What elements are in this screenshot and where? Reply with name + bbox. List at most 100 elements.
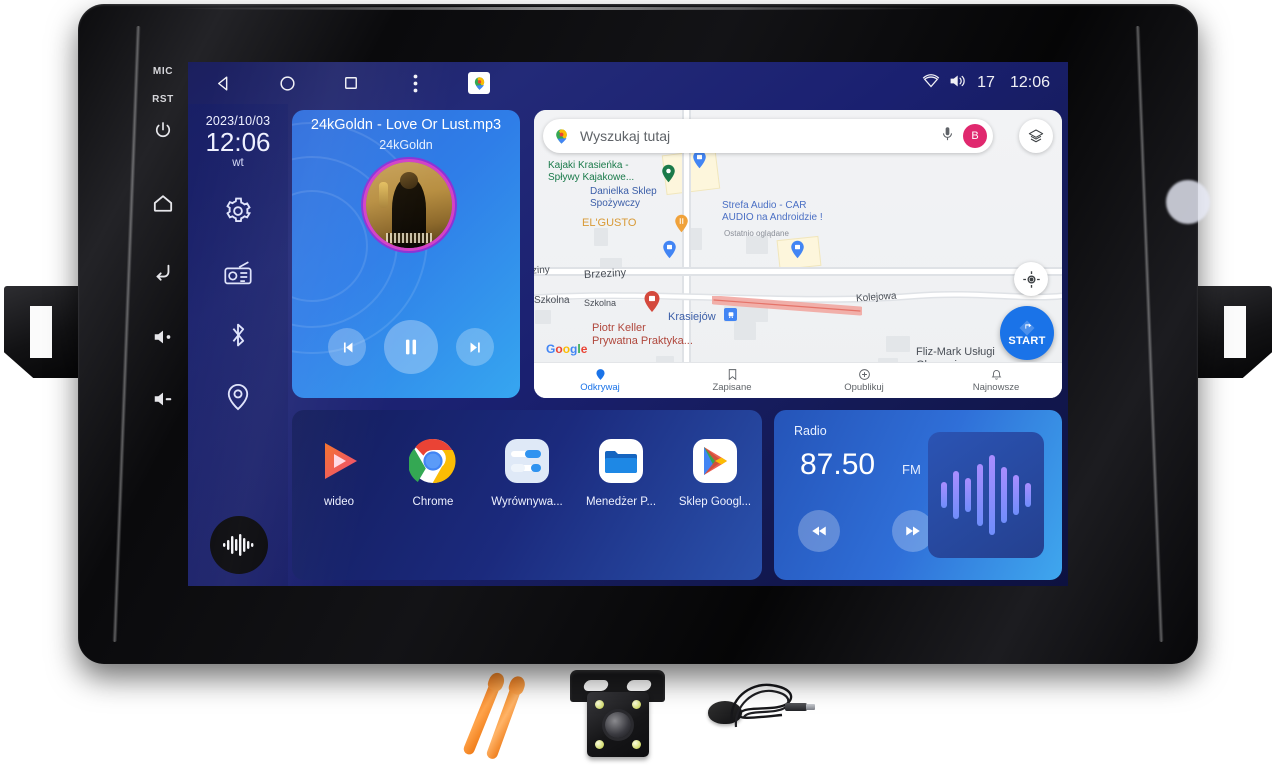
visualizer-bar: [1001, 467, 1007, 523]
map-pin-shop[interactable]: [662, 240, 677, 259]
home-button[interactable]: [140, 193, 186, 218]
map-search-bar[interactable]: Wyszukaj tutaj B: [543, 119, 993, 153]
map-surface[interactable]: Kajaki Krasieńka - Spływy Kajakowe... Da…: [534, 110, 1062, 398]
visualizer-bar: [1025, 483, 1031, 507]
equalizer-icon: [502, 436, 552, 486]
volume-icon: [949, 73, 968, 94]
radio-widget[interactable]: Radio 87.50 FM: [774, 410, 1062, 580]
map-nav-odkrywaj[interactable]: Odkrywaj: [534, 363, 666, 398]
map-pin-restaurant[interactable]: [674, 214, 689, 233]
map-start-navigation-button[interactable]: START: [1000, 306, 1054, 360]
google-maps-badge-icon[interactable]: [468, 72, 490, 94]
media-player-widget[interactable]: 24kGoldn - Love Or Lust.mp3 24kGoldn: [292, 110, 520, 398]
sidebar-item-radio[interactable]: [218, 253, 258, 293]
sidebar-item-settings[interactable]: [218, 191, 258, 231]
map-label: Szkolna: [534, 295, 570, 306]
app-chrome[interactable]: Chrome: [390, 436, 476, 508]
visualizer-bar: [1013, 475, 1019, 515]
visualizer-bar: [977, 464, 983, 526]
accessories-strip: [0, 655, 1276, 768]
map-label: ziny: [534, 264, 551, 277]
volume-level: 17: [977, 74, 995, 91]
voice-search-icon[interactable]: [940, 126, 955, 147]
google-play-icon: [690, 436, 740, 486]
map-locate-button[interactable]: [1014, 262, 1048, 296]
app-label: Sklep Googl...: [678, 496, 752, 508]
map-building: [594, 228, 608, 246]
volume-down-button[interactable]: [140, 390, 186, 413]
plus-circle-icon: [858, 369, 870, 380]
app-sklep-google-play[interactable]: Sklep Googl...: [672, 436, 758, 508]
clock-weekday: wt: [232, 157, 244, 170]
app-label: Menedżer P...: [585, 496, 657, 508]
app-label: Chrome: [412, 496, 454, 508]
microphone-jack: [785, 703, 815, 711]
left-sidebar: 2023/10/03 12:06 wt: [188, 104, 288, 586]
map-nav-opublikuj[interactable]: Opublikuj: [798, 363, 930, 398]
audio-waveform-icon: [223, 534, 254, 556]
radio-title: Radio: [794, 424, 827, 438]
camera-led: [632, 740, 641, 749]
back-button[interactable]: [140, 262, 186, 287]
album-art-text-strip: [386, 233, 432, 243]
bracket-slot: [1224, 306, 1246, 358]
map-nav-label: Zapisane: [712, 382, 752, 393]
android-nav-buttons: [212, 72, 490, 94]
touchscreen-display[interactable]: 17 12:06 2023/10/03 12:06 wt 24kGoldn - …: [188, 62, 1068, 586]
account-avatar[interactable]: B: [963, 124, 987, 148]
map-pin-green[interactable]: [661, 164, 676, 183]
album-art: [366, 162, 452, 248]
bell-icon: [991, 370, 1001, 380]
map-pin-audio-shop[interactable]: [790, 240, 805, 259]
app-wideo[interactable]: wideo: [296, 436, 382, 508]
start-button-label: START: [1008, 335, 1046, 347]
visualizer-bar: [941, 482, 947, 508]
nav-home-icon[interactable]: [276, 72, 298, 94]
reset-label: RST: [152, 94, 174, 105]
map-search-placeholder: Wyszukaj tutaj: [580, 128, 671, 144]
pin-icon: [595, 369, 605, 380]
audio-visualizer-button[interactable]: [210, 516, 268, 574]
play-pause-button[interactable]: [384, 320, 438, 374]
app-menedzer-plikow[interactable]: Menedżer P...: [578, 436, 664, 508]
radio-seek-down-button[interactable]: [798, 510, 840, 552]
radio-frequency: 87.50: [800, 448, 876, 481]
nav-recents-icon[interactable]: [340, 72, 362, 94]
app-wyrownywarka[interactable]: Wyrównywa...: [484, 436, 570, 508]
map-station-marker[interactable]: [724, 308, 737, 321]
backup-camera-accessory: [565, 670, 670, 760]
camera-lens: [605, 711, 631, 738]
media-title: 24kGoldn - Love Or Lust.mp3: [310, 117, 502, 133]
google-maps-widget[interactable]: Kajaki Krasieńka - Spływy Kajakowe... Da…: [534, 110, 1062, 398]
map-pin-clinic[interactable]: [643, 290, 661, 313]
sidebar-item-navigation[interactable]: [218, 377, 258, 417]
nav-back-icon[interactable]: [212, 72, 234, 94]
volume-up-button[interactable]: [140, 328, 186, 351]
sidebar-item-bluetooth[interactable]: [218, 315, 258, 355]
wifi-icon: [922, 73, 940, 93]
power-button[interactable]: [140, 120, 186, 145]
radio-visualizer: [928, 432, 1044, 558]
nav-overflow-icon[interactable]: [404, 72, 426, 94]
previous-track-button[interactable]: [328, 328, 366, 366]
map-nav-zapisane[interactable]: Zapisane: [666, 363, 798, 398]
clock-date: 2023/10/03: [205, 114, 271, 128]
external-microphone-accessory: [700, 673, 815, 753]
map-building: [746, 236, 768, 254]
map-nav-najnowsze[interactable]: Najnowsze: [930, 363, 1062, 398]
media-artist: 24kGoldn: [379, 138, 433, 152]
clock-widget[interactable]: 2023/10/03 12:06 wt: [205, 114, 270, 169]
bracket-slot: [30, 306, 52, 358]
hardware-button-strip: MIC RST: [140, 60, 186, 600]
visualizer-bar: [953, 471, 959, 519]
next-track-button[interactable]: [456, 328, 494, 366]
radio-band: FM: [902, 462, 921, 477]
map-bottom-navigation: Odkrywaj Zapisane Opublikuj Najnowsze: [534, 362, 1062, 398]
map-label: EL'GUSTO: [582, 217, 637, 229]
map-nav-label: Opublikuj: [844, 382, 884, 393]
widget-area: 24kGoldn - Love Or Lust.mp3 24kGoldn Kaj…: [288, 104, 1068, 586]
status-indicators: 17 12:06: [922, 73, 1050, 94]
map-label: Kajaki Krasieńka - Spływy Kajakowe...: [548, 160, 635, 183]
map-layers-button[interactable]: [1019, 119, 1053, 153]
map-nav-label: Najnowsze: [972, 382, 1020, 393]
